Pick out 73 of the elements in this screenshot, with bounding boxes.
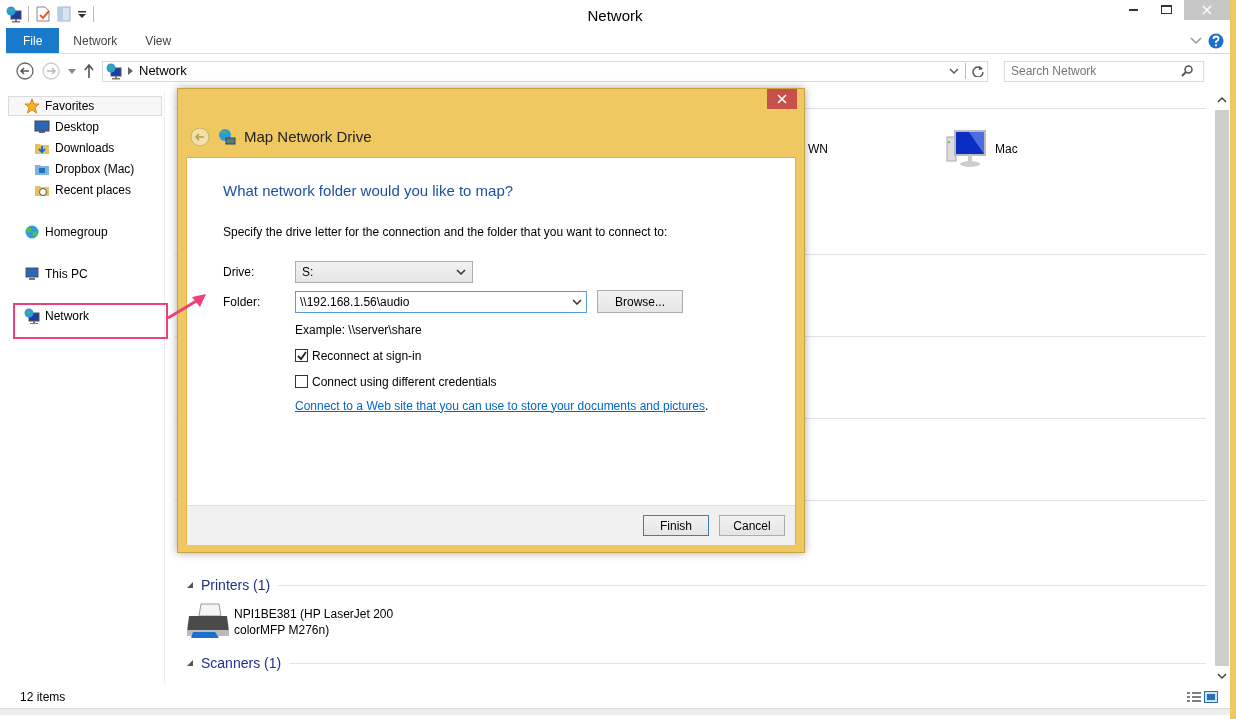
close-icon: [777, 94, 787, 104]
dialog-title: Map Network Drive: [244, 127, 372, 147]
dialog-button[interactable]: Finish: [643, 515, 709, 536]
checkbox[interactable]: [295, 375, 308, 388]
back-icon[interactable]: [16, 62, 34, 80]
collapse-icon[interactable]: [187, 582, 193, 588]
folder-label: Folder:: [223, 293, 262, 311]
computer-icon: [24, 265, 40, 282]
ribbon-tab[interactable]: Network: [59, 28, 132, 53]
example-text: Example: \\server\share: [295, 321, 423, 339]
drive-label: Drive:: [223, 263, 256, 281]
ribbon-tab[interactable]: View: [131, 28, 186, 53]
computer-name[interactable]: WN: [808, 140, 828, 158]
printer-icon: [185, 602, 231, 640]
up-arrow-icon[interactable]: [84, 64, 94, 78]
web-site-sentence: Connect to a Web site that you can use to store your documents and pictures.: [295, 397, 710, 415]
collapse-icon[interactable]: [187, 660, 193, 666]
scrollbar-thumb[interactable]: [1215, 110, 1229, 666]
nav-item[interactable]: Favorites: [8, 96, 162, 116]
dialog-button[interactable]: Cancel: [719, 515, 785, 536]
details-view-icon[interactable]: [1187, 690, 1201, 703]
caret-icon[interactable]: [77, 9, 87, 19]
network-icon: [24, 307, 40, 324]
nav-item[interactable]: Homegroup: [0, 221, 164, 242]
computer-icon: [945, 129, 989, 169]
caret-icon: [456, 268, 466, 275]
address-text: Network: [139, 62, 187, 81]
nav-item[interactable]: Downloads: [0, 137, 164, 158]
homegroup-icon: [24, 223, 40, 240]
group-header[interactable]: Scanners (1): [201, 652, 282, 674]
nav-item[interactable]: Dropbox (Mac): [0, 158, 164, 179]
network-icon: [6, 5, 22, 23]
folder-combobox[interactable]: \\192.168.1.56\audio: [295, 290, 587, 313]
ribbon-tab[interactable]: File: [6, 28, 60, 53]
star-icon: [24, 98, 40, 114]
refresh-icon[interactable]: [972, 65, 984, 77]
dialog-heading: What network folder would you like to map?: [223, 181, 515, 201]
nav-item[interactable]: Recent places: [0, 179, 164, 200]
checkbox-label[interactable]: Connect using different credentials: [312, 372, 497, 391]
caret-icon[interactable]: [949, 68, 959, 74]
caret-icon: [572, 298, 582, 305]
properties-icon[interactable]: [35, 6, 51, 22]
nav-item[interactable]: This PC: [0, 263, 164, 284]
web-site-link[interactable]: Connect to a Web site that you can use to store your documents and pictures: [295, 398, 705, 413]
scroll-down-icon[interactable]: [1217, 673, 1227, 679]
drive-dropdown[interactable]: S:: [295, 260, 473, 283]
item-count: 12 items: [20, 688, 66, 706]
maximize-icon: [1161, 5, 1173, 15]
chevron-icon: [128, 67, 133, 75]
network-icon: [106, 62, 122, 80]
search-box[interactable]: Search Network: [1004, 60, 1204, 82]
group-header[interactable]: Printers (1): [201, 574, 271, 596]
scroll-up-icon[interactable]: [1217, 97, 1227, 103]
address-bar[interactable]: Network: [102, 60, 988, 82]
checkbox-label[interactable]: Reconnect at sign-in: [312, 346, 422, 365]
help-icon[interactable]: [1208, 32, 1224, 49]
close-button[interactable]: [767, 89, 797, 109]
instruction-text: Specify the drive letter for the connection and the folder that you want to connect to:: [223, 223, 669, 241]
tiles-view-icon[interactable]: [1204, 690, 1218, 703]
network-drive-icon: [218, 128, 236, 147]
check-icon: [296, 350, 307, 361]
printer-name[interactable]: NPI1BE381 (HP LaserJet 200 colorMFP M276n): [234, 602, 434, 638]
nav-item[interactable]: Desktop: [0, 116, 164, 137]
close-icon: [1202, 5, 1212, 15]
expand-icon[interactable]: [1190, 36, 1202, 45]
nav-item[interactable]: Network: [0, 305, 164, 326]
desktop-icon: [34, 118, 50, 135]
window-title: Network: [587, 6, 643, 26]
computer-name[interactable]: Mac: [995, 140, 1018, 158]
search-icon[interactable]: [1181, 65, 1193, 77]
browse-button[interactable]: Browse...: [597, 290, 683, 313]
minimize-icon: [1128, 9, 1138, 11]
checkbox[interactable]: [295, 349, 308, 362]
